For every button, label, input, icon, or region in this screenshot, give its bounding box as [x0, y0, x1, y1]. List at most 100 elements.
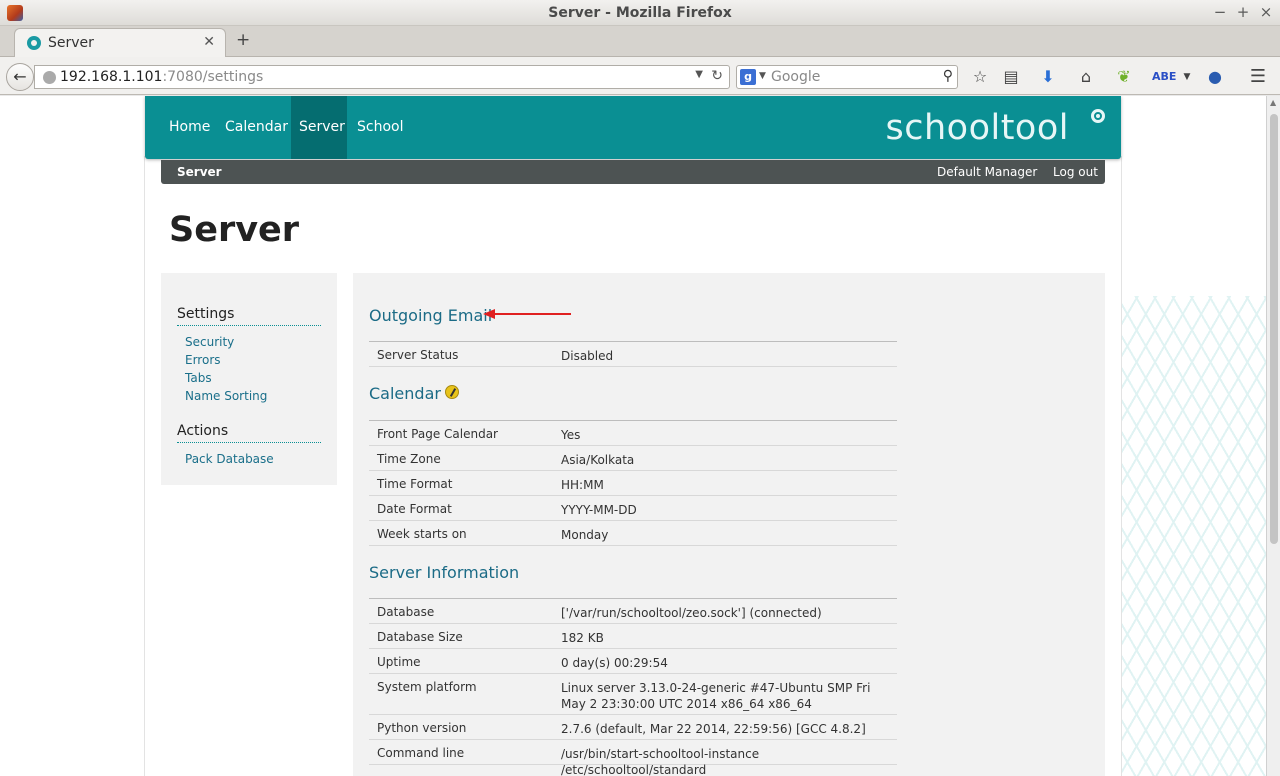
section-title-server-information: Server Information [369, 563, 520, 582]
scrollbar-thumb[interactable] [1270, 114, 1278, 544]
url-text[interactable]: 192.168.1.101:7080/settings [60, 69, 263, 85]
user-link[interactable]: Default Manager [937, 165, 1037, 179]
table-row: Date Format YYYY-MM-DD [369, 496, 897, 521]
row-key: Python version [377, 721, 467, 735]
home-icon[interactable]: ⌂ [1076, 67, 1096, 87]
downloads-icon[interactable]: ⬇ [1038, 67, 1058, 87]
section-calendar: Calendar [369, 384, 459, 403]
row-value: 182 KB [561, 631, 604, 645]
row-key: Time Format [377, 477, 453, 491]
schooltool-logo[interactable]: schooltool [886, 108, 1070, 148]
row-key: Time Zone [377, 452, 441, 466]
row-value: /usr/bin/start-schooltool-instance /etc/… [561, 747, 760, 776]
sidebar-link-security[interactable]: Security [185, 335, 234, 349]
maximize-icon[interactable]: + [1235, 3, 1251, 21]
row-value: HH:MM [561, 478, 604, 492]
row-value: YYYY-MM-DD [561, 503, 637, 517]
sidebar-heading-settings: Settings [177, 306, 321, 326]
row-value: Linux server 3.13.0-24-generic #47-Ubunt… [561, 681, 871, 711]
table-row: Uptime 0 day(s) 00:29:54 [369, 649, 897, 674]
hexagon-background [1118, 296, 1266, 776]
annotation-arrow [483, 309, 571, 319]
email-table: Server Status Disabled [369, 341, 897, 367]
globe-icon [43, 71, 56, 84]
table-row: Front Page Calendar Yes [369, 421, 897, 446]
row-key: Server Status [377, 348, 459, 362]
nav-server[interactable]: Server [291, 96, 347, 159]
vertical-scrollbar[interactable]: ▲ [1266, 96, 1280, 776]
edit-pencil-icon[interactable] [444, 385, 459, 399]
nav-home[interactable]: Home [145, 96, 218, 159]
leaf-addon-icon[interactable]: ❦ [1114, 67, 1134, 87]
row-key: Command line [377, 746, 465, 760]
reading-list-icon[interactable]: ▤ [1001, 67, 1021, 87]
row-key: Database Size [377, 630, 463, 644]
settings-sidebar: Settings Security Errors Tabs Name Sorti… [161, 273, 337, 485]
back-arrow-icon[interactable]: ← [6, 63, 34, 91]
abp-addon-icon[interactable]: ABE [1152, 67, 1176, 87]
nav-school[interactable]: School [349, 96, 411, 159]
logout-link[interactable]: Log out [1053, 165, 1098, 179]
schooltool-favicon-icon [27, 36, 41, 50]
table-row: Command line/usr/bin/start-schooltool-in… [369, 740, 897, 776]
row-key: Front Page Calendar [377, 427, 498, 441]
table-row: Server Status Disabled [369, 342, 897, 367]
minimize-icon[interactable]: − [1212, 3, 1228, 21]
bookmark-star-icon[interactable]: ☆ [970, 67, 990, 87]
row-value: Yes [561, 428, 581, 442]
nav-calendar[interactable]: Calendar [217, 96, 296, 159]
tab-close-icon[interactable]: ✕ [203, 34, 215, 50]
calendar-table: Front Page Calendar Yes Time Zone Asia/Kol… [369, 420, 897, 546]
settings-content: Outgoing Email Server Status Disabled Ca… [353, 273, 1105, 776]
window-title: Server - Mozilla Firefox [548, 5, 732, 21]
sidebar-link-name-sorting[interactable]: Name Sorting [185, 389, 267, 403]
page-viewport: Home Calendar Server School schooltool S… [0, 96, 1266, 776]
row-value: ['/var/run/schooltool/zeo.sock'] (connec… [561, 606, 822, 620]
section-title-outgoing-email[interactable]: Outgoing Email [369, 306, 492, 325]
tab-label: Server [48, 35, 94, 51]
google-engine-icon[interactable]: g [740, 69, 756, 85]
row-key: Date Format [377, 502, 452, 516]
sidebar-link-tabs[interactable]: Tabs [185, 371, 212, 385]
scroll-up-icon[interactable]: ▲ [1270, 98, 1276, 107]
table-row: Python version 2.7.6 (default, Mar 22 201… [369, 715, 897, 740]
window-titlebar: Server - Mozilla Firefox − + × [0, 0, 1280, 26]
section-title-calendar: Calendar [369, 384, 441, 403]
globe-addon-icon[interactable]: ● [1205, 67, 1225, 87]
row-value: Monday [561, 528, 609, 542]
table-row: Time Format HH:MM [369, 471, 897, 496]
search-bar[interactable]: g ▼ ⚲ [736, 65, 958, 89]
url-bar[interactable]: 192.168.1.101:7080/settings ▼ ↻ [34, 65, 730, 89]
search-icon[interactable]: ⚲ [943, 68, 953, 84]
table-row: System platform Linux server 3.13.0-24-ge… [369, 674, 897, 715]
row-key: Database [377, 605, 435, 619]
sidebar-link-errors[interactable]: Errors [185, 353, 221, 367]
table-row: Week starts on Monday [369, 521, 897, 546]
search-input[interactable] [771, 68, 931, 86]
new-tab-icon[interactable]: + [236, 30, 250, 50]
sub-bar: Server Default Manager Log out [161, 160, 1105, 184]
reload-icon[interactable]: ↻ [711, 68, 723, 84]
schooltool-logo-mark-icon [1091, 109, 1105, 123]
table-row: Database Size 182 KB [369, 624, 897, 649]
table-row: Time Zone Asia/Kolkata [369, 446, 897, 471]
tab-server[interactable]: Server ✕ [14, 28, 226, 57]
page-title: Server [169, 210, 300, 250]
server-info-table: Database ['/var/run/schooltool/zeo.sock']… [369, 598, 897, 776]
addon-dropdown-icon[interactable]: ▼ [1177, 67, 1197, 87]
row-value: Asia/Kolkata [561, 453, 635, 467]
sidebar-link-pack-database[interactable]: Pack Database [185, 452, 274, 466]
tab-strip: Server ✕ + [0, 26, 1280, 57]
url-dropdown-icon[interactable]: ▼ [695, 69, 703, 80]
row-value: Disabled [561, 349, 614, 363]
engine-dropdown-icon[interactable]: ▼ [759, 71, 766, 81]
row-key: Uptime [377, 655, 421, 669]
table-row: Database ['/var/run/schooltool/zeo.sock']… [369, 599, 897, 624]
row-value: 0 day(s) 00:29:54 [561, 656, 668, 670]
close-icon[interactable]: × [1258, 3, 1274, 21]
menu-icon[interactable]: ☰ [1248, 67, 1268, 87]
page-container: Home Calendar Server School schooltool S… [145, 96, 1121, 776]
row-key: Week starts on [377, 527, 467, 541]
navigation-toolbar: ← 192.168.1.101:7080/settings ▼ ↻ g ▼ ⚲ … [0, 57, 1280, 95]
site-top-nav: Home Calendar Server School schooltool [145, 96, 1121, 159]
